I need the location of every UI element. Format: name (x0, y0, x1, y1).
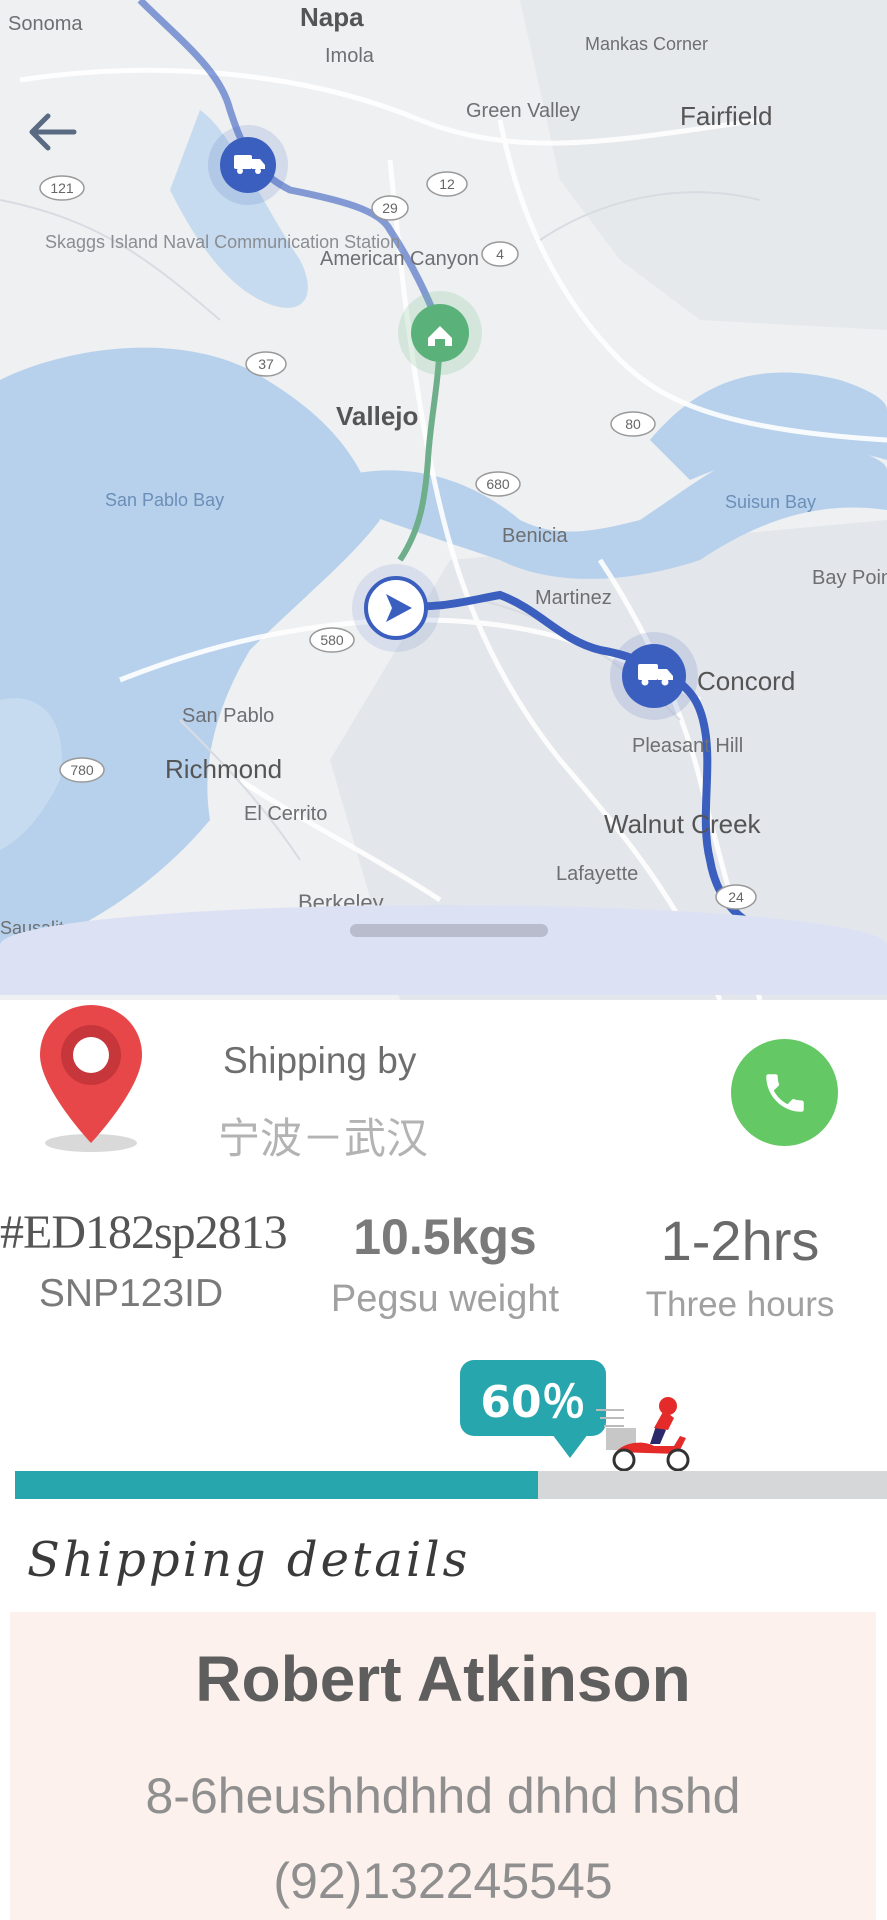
map-label: Walnut Creek (604, 809, 762, 839)
progress-fill (15, 1471, 539, 1499)
destination-marker[interactable] (398, 291, 482, 375)
tracking-id: #ED182sp2813 (0, 1206, 288, 1259)
shipping-details-title: Shipping details (27, 1532, 471, 1588)
svg-text:12: 12 (439, 176, 455, 192)
svg-text:780: 780 (70, 762, 94, 778)
road-shield: 780 (59, 757, 105, 783)
svg-text:80: 80 (625, 416, 641, 432)
map-pin-icon (40, 1005, 142, 1152)
map-label: Suisun Bay (725, 492, 816, 512)
weight-stat: 10.5kgs Pegsu weight (290, 1208, 600, 1321)
map-label: Vallejo (336, 401, 418, 431)
svg-text:580: 580 (320, 632, 344, 648)
map-label: Sonoma (8, 13, 83, 35)
road-shield: 4 (481, 241, 519, 267)
recipient-card: Robert Atkinson 8-6heushhdhhd dhhd hshd … (10, 1612, 876, 1920)
tracking-stat: #ED182sp2813 SNP123ID (0, 1205, 288, 1316)
map-label: Lafayette (556, 863, 638, 885)
road-shield: 29 (371, 195, 409, 221)
map-label: Martinez (535, 587, 612, 609)
map-label: Fairfield (680, 101, 772, 131)
duration-stat: 1-2hrs Three hours (625, 1208, 855, 1325)
map-label: El Cerrito (244, 803, 327, 825)
road-shield: 121 (39, 175, 85, 201)
svg-text:4: 4 (496, 246, 504, 262)
back-button[interactable] (14, 95, 88, 169)
delivery-progress-bar (15, 1471, 887, 1499)
svg-text:37: 37 (258, 356, 274, 372)
map-label: Mankas Corner (585, 34, 708, 54)
drag-handle[interactable] (350, 924, 548, 937)
map-label: San Pablo Bay (105, 490, 224, 510)
arrow-left-icon (29, 113, 77, 151)
map-label: Bay Point (812, 567, 887, 589)
map-label: Imola (325, 45, 375, 67)
map-label: San Pablo (182, 705, 274, 727)
recipient-address: 8-6heushhdhhd dhhd hshd (145, 1768, 741, 1824)
duration-label: Three hours (645, 1285, 835, 1324)
road-shield: 680 (475, 471, 521, 497)
svg-text:680: 680 (486, 476, 510, 492)
map-label: Pleasant Hill (632, 735, 743, 757)
road-shield: 37 (245, 351, 287, 377)
recipient-phone[interactable]: (92)132245545 (10, 1852, 876, 1910)
progress-badge: 60％ (460, 1360, 606, 1458)
phone-icon (765, 1073, 804, 1112)
map-label: Benicia (502, 525, 568, 547)
road-shield: 24 (715, 884, 757, 910)
shipping-route: 宁波－武汉 (218, 1114, 429, 1163)
svg-text:121: 121 (50, 180, 74, 196)
road-shield: 580 (309, 627, 355, 653)
map-label: Green Valley (466, 100, 580, 122)
map-label: Napa (300, 2, 364, 32)
truck-marker-start[interactable] (208, 125, 288, 205)
recipient-name: Robert Atkinson (195, 1643, 691, 1715)
call-button[interactable] (731, 1039, 838, 1146)
current-position-marker[interactable] (352, 564, 440, 652)
map-label: Concord (697, 666, 795, 696)
road-shield: 12 (426, 171, 468, 197)
route-map[interactable]: Sonoma Napa Imola Mankas Corner Green Va… (0, 0, 887, 1000)
map-label: Richmond (165, 754, 282, 784)
delivery-scooter-icon (596, 1397, 690, 1472)
svg-text:24: 24 (728, 889, 744, 905)
tracking-sub: SNP123ID (38, 1272, 224, 1315)
duration-value: 1-2hrs (660, 1209, 820, 1272)
weight-label: Pegsu weight (330, 1278, 560, 1320)
bottom-sheet-header (0, 905, 887, 995)
road-shield: 80 (610, 411, 656, 437)
weight-value: 10.5kgs (353, 1209, 537, 1265)
map-label: American Canyon (320, 248, 479, 270)
shipping-by-label: Shipping by (223, 1040, 417, 1081)
svg-text:29: 29 (382, 200, 398, 216)
truck-marker-end[interactable] (610, 632, 698, 720)
